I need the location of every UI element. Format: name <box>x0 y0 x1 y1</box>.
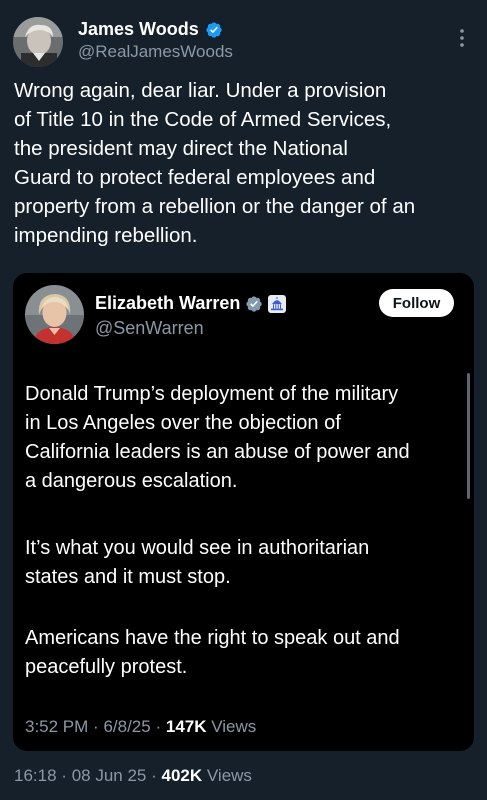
tweet-text-line: Guard to protect federal employees and <box>14 166 376 189</box>
quoted-author-avatar[interactable] <box>25 285 84 344</box>
verified-badge-gray-icon <box>246 295 263 312</box>
tweet-text-line: the president may direct the National <box>14 137 348 160</box>
quoted-text-line: It’s what you would see in authoritarian <box>25 537 370 559</box>
meta-separator: · <box>93 717 99 736</box>
capitol-icon <box>268 294 287 313</box>
tweet-text-line: Wrong again, dear liar. Under a provisio… <box>14 79 387 102</box>
author-handle[interactable]: @RealJamesWoods <box>78 42 233 62</box>
quoted-text-line: states and it must stop. <box>25 566 231 588</box>
quoted-author-display-name[interactable]: Elizabeth Warren <box>95 293 240 314</box>
quoted-date[interactable]: 6/8/25 <box>103 717 150 736</box>
meta-separator: · <box>155 717 162 736</box>
quoted-text-line: Americans have the right to speak out an… <box>25 627 400 649</box>
tweet-text-line: impending rebellion. <box>14 224 198 247</box>
quoted-tweet[interactable]: Elizabeth Warren @SenWarren Follow Donal… <box>13 273 474 751</box>
quoted-author-handle[interactable]: @SenWarren <box>95 318 204 339</box>
more-vertical-icon[interactable] <box>455 27 469 49</box>
tweet-views-label: Views <box>206 766 252 785</box>
quoted-timestamp[interactable]: 3:52 PM <box>25 717 88 736</box>
tweet-text-line: property from a rebellion or the danger … <box>14 195 416 218</box>
quoted-text-line: in Los Angeles over the objection of <box>25 412 341 434</box>
verified-badge-icon <box>206 21 222 38</box>
tweet-text: Wrong again, dear liar. Under a provisio… <box>14 76 476 250</box>
quoted-paragraph: Donald Trump’s deployment of the militar… <box>25 380 465 496</box>
quoted-views-count[interactable]: 147K <box>166 717 207 736</box>
quoted-text-line: a dangerous escalation. <box>25 470 238 492</box>
author-display-name[interactable]: James Woods <box>78 19 199 40</box>
quoted-paragraph: It’s what you would see in authoritarian… <box>25 534 465 592</box>
tweet: James Woods @RealJamesWoods Wrong again,… <box>0 0 487 800</box>
tweet-views-count[interactable]: 402K <box>162 766 203 785</box>
meta-separator: · <box>61 766 67 785</box>
tweet-meta: 16:18 · 08 Jun 25 · 402K Views <box>14 766 252 786</box>
quoted-text-line: Donald Trump’s deployment of the militar… <box>25 383 399 405</box>
quoted-text-line: California leaders is an abuse of power … <box>25 441 410 463</box>
quoted-text-line: peacefully protest. <box>25 656 188 678</box>
quoted-scrollbar[interactable] <box>467 373 470 499</box>
follow-button[interactable]: Follow <box>379 289 454 317</box>
author-name-row: James Woods <box>78 19 223 40</box>
tweet-timestamp[interactable]: 16:18 <box>14 766 57 785</box>
quoted-paragraph: Americans have the right to speak out an… <box>25 624 465 682</box>
quoted-views-label: Views <box>211 717 257 736</box>
tweet-text-line: of Title 10 in the Code of Armed Service… <box>14 108 392 131</box>
quoted-tweet-meta: 3:52 PM · 6/8/25 · 147K Views <box>25 717 256 737</box>
author-avatar[interactable] <box>13 17 63 67</box>
quoted-author-name-row: Elizabeth Warren <box>95 293 287 314</box>
meta-separator: · <box>151 766 157 785</box>
tweet-date[interactable]: 08 Jun 25 <box>72 766 147 785</box>
